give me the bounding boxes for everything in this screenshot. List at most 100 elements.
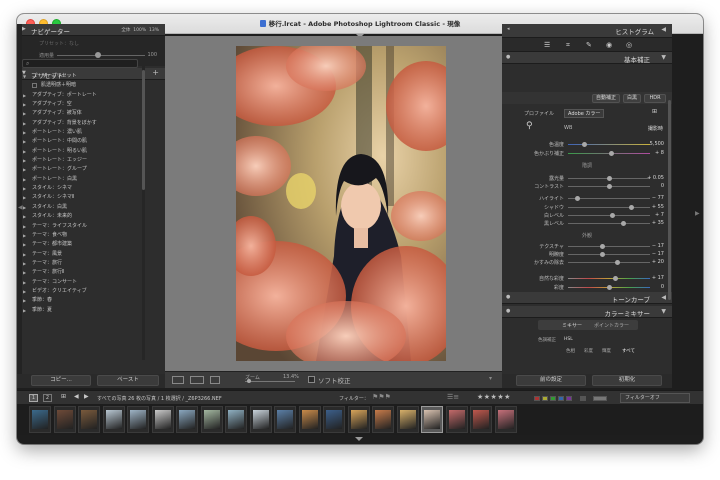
filmstrip-thumbnail[interactable]	[445, 406, 468, 433]
color-mixer-header[interactable]: ● カラーミキサー ▼	[502, 306, 672, 318]
preset-item[interactable]: ▶ スタイル：未来的	[22, 212, 142, 221]
primary-window-button[interactable]: 1	[29, 394, 38, 402]
filmstrip-thumbnail[interactable]	[470, 406, 492, 433]
slider-value[interactable]: + 0.05	[647, 175, 664, 181]
blue-label-swatch[interactable]	[558, 396, 564, 401]
profile-select[interactable]: Adobe カラー	[564, 109, 605, 118]
slider-track[interactable]	[568, 278, 650, 279]
toolbar-menu-icon[interactable]: ▾	[489, 375, 497, 383]
back-arrow-icon[interactable]: ◀	[74, 393, 79, 400]
auto-button[interactable]: 自動補正	[592, 94, 620, 103]
slider-value[interactable]: 0	[661, 183, 664, 189]
slider-row[interactable]: かすみの除去 + 20	[502, 258, 672, 267]
collapse-triangle-icon[interactable]: ▶	[23, 147, 26, 156]
slider-knob[interactable]	[606, 184, 612, 189]
slider-value[interactable]: − 17	[652, 251, 664, 257]
collapse-triangle-icon[interactable]: ▶	[23, 259, 26, 268]
navigator-header[interactable]: ▶ ナビゲーター 全体 100% 13%	[17, 24, 165, 36]
slider-knob[interactable]	[621, 221, 627, 226]
bottom-panel-toggle-icon[interactable]	[355, 437, 363, 441]
preset-item[interactable]: ▶ ポートレート：濃い肌	[22, 128, 142, 137]
filmstrip-thumbnail[interactable]	[249, 406, 272, 433]
filmstrip-thumbnail[interactable]	[127, 406, 149, 433]
filmstrip-thumbnail[interactable]	[102, 406, 125, 433]
preset-item[interactable]: ▶ テーマ：旅行Ⅱ	[22, 268, 142, 277]
preset-item[interactable]: ▶ テーマ：コンサート	[22, 278, 142, 287]
scrollbar-thumb[interactable]	[142, 70, 145, 190]
preset-item[interactable]: ▶ アダプティブ：被写体	[22, 109, 142, 118]
custom-filter-toggle[interactable]	[593, 396, 607, 401]
before-after-icon[interactable]	[190, 376, 204, 384]
collapse-triangle-icon[interactable]: ▶	[23, 212, 26, 221]
slider-track[interactable]	[568, 246, 650, 247]
profile-row[interactable]: プロファイル Adobe カラー ⊞	[502, 108, 672, 118]
slider-value[interactable]: + 17	[652, 275, 664, 281]
preset-item[interactable]: ▶ スタイル：シネマⅡ	[22, 193, 142, 202]
collapse-triangle-icon[interactable]: ▶	[23, 203, 26, 212]
scrollbar-thumb[interactable]	[668, 100, 671, 300]
preset-item[interactable]: ▼ ユーザープリセット	[22, 72, 142, 81]
preset-item[interactable]: ▶ テーマ：ライフスタイル	[22, 222, 142, 231]
paste-button[interactable]: ペースト	[97, 375, 159, 386]
slider-value[interactable]: 0	[661, 284, 664, 290]
preset-item[interactable]: ▶ テーマ：風景	[22, 250, 142, 259]
filmstrip-thumbnail[interactable]	[200, 406, 223, 433]
filmstrip-thumbnail[interactable]	[78, 406, 100, 433]
filmstrip-thumbnail[interactable]	[347, 406, 370, 433]
yellow-label-swatch[interactable]	[542, 396, 548, 401]
slider-knob[interactable]	[575, 196, 581, 201]
hdr-button[interactable]: HDR	[644, 94, 666, 103]
filmstrip-thumbnail[interactable]	[151, 406, 174, 433]
softproof-checkbox[interactable]	[308, 376, 315, 383]
slider-row[interactable]: 黒レベル + 35	[502, 219, 672, 228]
collapse-triangle-icon[interactable]: ▶	[23, 137, 26, 146]
filmstrip-thumbnail[interactable]	[494, 406, 517, 433]
tone-curve-header[interactable]: ● トーンカーブ ◀	[502, 292, 672, 304]
slider-track[interactable]	[568, 198, 650, 199]
slider-row[interactable]: コントラスト 0	[502, 182, 672, 191]
zoom-slider-track[interactable]	[245, 381, 295, 382]
collapse-triangle-icon[interactable]: ▶	[23, 109, 26, 118]
preset-item[interactable]: ▶ ポートレート：明るい肌	[22, 147, 142, 156]
slider-row[interactable]: 色温度 5,500	[502, 140, 672, 149]
filmstrip-thumbnail[interactable]	[372, 406, 394, 433]
slider-row[interactable]: 自然な彩度 + 17	[502, 274, 672, 283]
collapse-triangle-icon[interactable]: ▶	[23, 156, 26, 165]
hue-tab[interactable]: 色相	[566, 348, 575, 354]
preset-item[interactable]: ▶ アダプティブ：空	[22, 100, 142, 109]
collapse-triangle-icon[interactable]: ▶	[23, 250, 26, 259]
collapse-triangle-icon[interactable]: ▶	[23, 165, 26, 174]
slider-track[interactable]	[568, 207, 650, 208]
edit-sliders-icon[interactable]: ☰	[544, 41, 550, 49]
healing-brush-icon[interactable]: ✎	[586, 41, 592, 49]
expand-triangle-icon[interactable]: ▼	[23, 72, 26, 81]
preset-item[interactable]: ▶ テーマ：旅行	[22, 259, 142, 268]
gray-label-swatch[interactable]	[580, 396, 586, 401]
slider-track[interactable]	[568, 223, 650, 224]
filmstrip-thumbnail[interactable]	[421, 406, 443, 433]
zoom-fit[interactable]: 全体	[121, 28, 130, 33]
green-label-swatch[interactable]	[550, 396, 556, 401]
collapse-triangle-icon[interactable]: ▶	[23, 287, 26, 296]
collapse-triangle-icon[interactable]: ▶	[23, 306, 26, 315]
filmstrip-thumbnail[interactable]	[396, 406, 419, 433]
collapse-triangle-icon[interactable]: ▶	[23, 175, 26, 184]
navigator-zoom-options[interactable]: 全体 100% 13%	[121, 27, 159, 33]
collapse-triangle-icon[interactable]: ▶	[23, 128, 26, 137]
preset-item[interactable]: ▶ 季節：夏	[22, 306, 142, 315]
slider-knob[interactable]	[599, 244, 605, 249]
slider-value[interactable]: + 8	[655, 150, 664, 156]
flag-filter-icon[interactable]: ⚑⚑⚑	[372, 393, 391, 401]
collapse-triangle-icon[interactable]: ▶	[23, 231, 26, 240]
slider-value[interactable]: + 55	[652, 204, 664, 210]
amount-slider-knob[interactable]	[95, 52, 101, 58]
preset-item[interactable]: ▶ ポートレート：中間の肌	[22, 137, 142, 146]
wb-eyedropper-icon[interactable]: ⚲	[526, 121, 533, 131]
filmstrip-thumbnail[interactable]	[274, 406, 296, 433]
purple-label-swatch[interactable]	[566, 396, 572, 401]
filmstrip-thumbnail[interactable]	[298, 406, 321, 433]
basic-header[interactable]: ● 基本補正 ▼	[502, 52, 672, 64]
filmstrip-thumbnail[interactable]	[323, 406, 345, 433]
rating-filter-stars[interactable]: ★★★★★	[477, 393, 511, 401]
zoom-100[interactable]: 100%	[133, 28, 146, 33]
